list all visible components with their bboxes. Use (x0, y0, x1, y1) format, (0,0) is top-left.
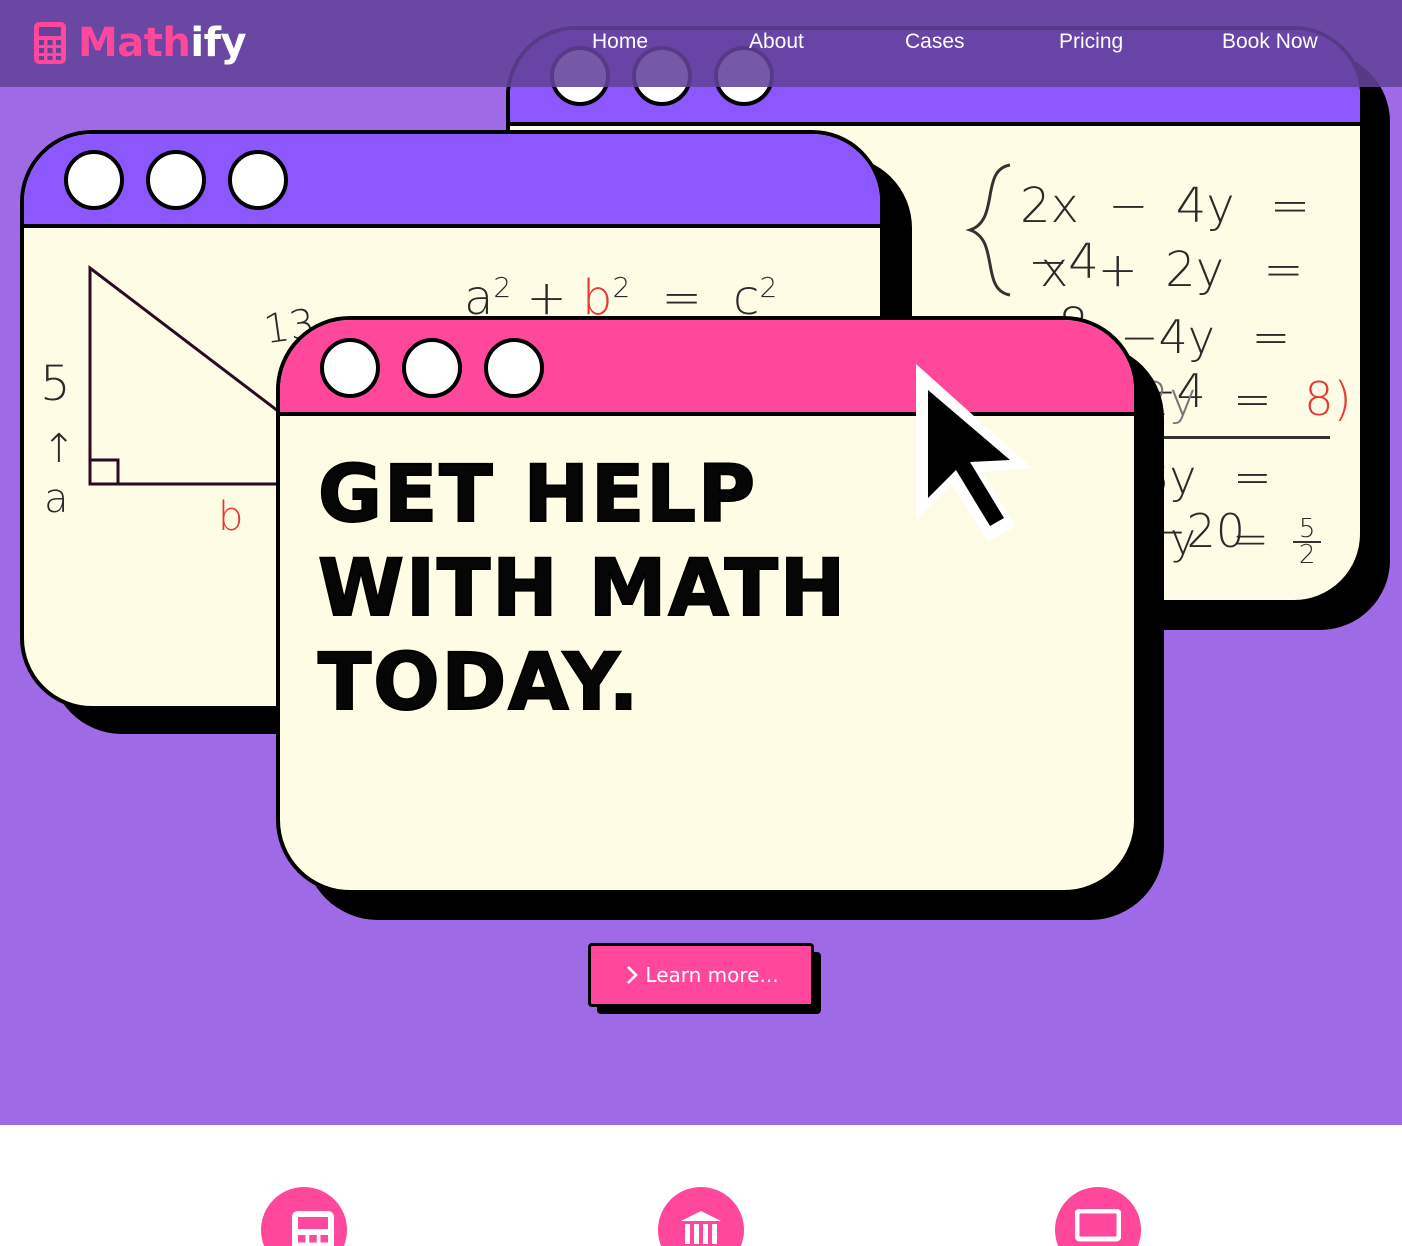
feature-calculator (261, 1187, 347, 1246)
learn-more-button[interactable]: Learn more... (588, 943, 814, 1007)
learn-more-label: Learn more... (645, 963, 779, 987)
nav-book-now[interactable]: Book Now (1222, 30, 1318, 54)
headline-line: WITH MATH (317, 543, 848, 635)
cursor-icon (916, 364, 1032, 542)
top-navbar: Mathify Home About Cases Pricing Book No… (0, 0, 1402, 87)
window-dot (484, 338, 544, 398)
window-dot (320, 338, 380, 398)
window-dot (64, 150, 124, 210)
equation-row-6: y = 5 2 (1170, 514, 1322, 568)
headline-line: TODAY. (317, 637, 641, 729)
headline-line: GET HELP (317, 449, 758, 541)
window-dot (402, 338, 462, 398)
monitor-icon (1075, 1209, 1121, 1242)
bank-icon (681, 1211, 721, 1244)
equation-row-4: 2y = 8) (1140, 372, 1352, 426)
brace-icon (965, 163, 1011, 297)
label-a: a (44, 476, 69, 522)
nav-about[interactable]: About (749, 30, 804, 54)
feature-monitor (1055, 1187, 1141, 1246)
hero-section: 2x − 4y = −4 x + 2y = 8 −4y = −4 2y = (0, 0, 1402, 1125)
side-a-value: 5 (40, 356, 71, 412)
nav-cases[interactable]: Cases (905, 30, 965, 54)
nav-home[interactable]: Home (592, 30, 648, 54)
calculator-icon (292, 1211, 334, 1246)
hero-headline: GET HELP WITH MATH TODAY. (317, 448, 848, 730)
feature-bank (658, 1187, 744, 1246)
window-dot (146, 150, 206, 210)
window-dot (228, 150, 288, 210)
nav-links: Home About Cases Pricing Book Now (0, 30, 1402, 60)
label-b: b (218, 494, 244, 540)
arrow-up-icon: ↑ (42, 426, 76, 472)
learn-more-button-wrap: Learn more... (588, 943, 822, 1015)
chevron-right-icon (627, 966, 639, 984)
nav-pricing[interactable]: Pricing (1059, 30, 1123, 54)
